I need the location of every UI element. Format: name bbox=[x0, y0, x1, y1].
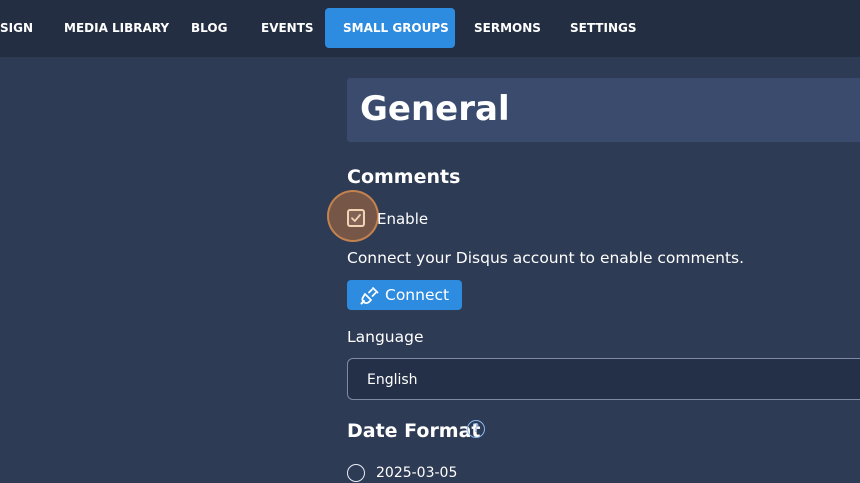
nav-item-sermons[interactable]: SERMONS bbox=[474, 8, 541, 48]
connect-disqus-button[interactable]: Connect bbox=[347, 280, 462, 310]
connect-button-label: Connect bbox=[385, 286, 450, 304]
date-format-option-label[interactable]: 2025-03-05 bbox=[376, 463, 457, 483]
language-select-value: English bbox=[367, 372, 418, 388]
page-title-bar: General bbox=[347, 78, 860, 142]
nav-item-settings[interactable]: SETTINGS bbox=[570, 8, 637, 48]
comments-heading: Comments bbox=[347, 166, 461, 188]
language-select[interactable]: English bbox=[347, 358, 860, 400]
page-title: General bbox=[360, 89, 510, 129]
nav-item-blog[interactable]: BLOG bbox=[191, 8, 227, 48]
nav-item-media-library[interactable]: MEDIA LIBRARY bbox=[64, 8, 169, 48]
nav-item-small-groups[interactable]: SMALL GROUPS bbox=[325, 8, 455, 48]
language-label: Language bbox=[347, 328, 424, 346]
enable-comments-label[interactable]: Enable bbox=[377, 209, 428, 229]
check-icon bbox=[351, 214, 361, 222]
question-circle-icon[interactable]: ? bbox=[467, 420, 485, 438]
nav-item-design[interactable]: SIGN bbox=[0, 8, 33, 48]
disqus-description: Connect your Disqus account to enable co… bbox=[347, 249, 745, 267]
plug-icon bbox=[360, 287, 379, 305]
top-navigation: SIGN MEDIA LIBRARY BLOG EVENTS SMALL GRO… bbox=[0, 0, 860, 57]
date-format-heading: Date Format bbox=[347, 420, 481, 442]
nav-item-events[interactable]: EVENTS bbox=[261, 8, 314, 48]
radio-icon[interactable] bbox=[347, 464, 365, 482]
enable-comments-checkbox[interactable] bbox=[347, 209, 365, 227]
settings-main: General Comments Enable Connect your Dis… bbox=[327, 78, 860, 483]
